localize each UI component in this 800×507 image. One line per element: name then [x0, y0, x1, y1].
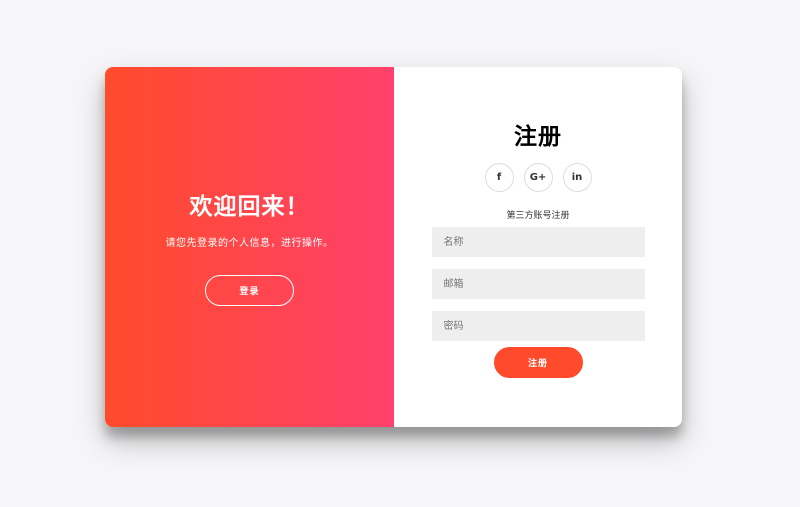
google-plus-icon[interactable]: G+: [523, 163, 553, 192]
login-button[interactable]: 登录: [205, 274, 294, 306]
email-input[interactable]: [431, 269, 645, 299]
signup-form-panel: 注册 f G+ in 第三方账号注册 注册: [394, 67, 682, 427]
social-login-row: f G+ in: [484, 163, 592, 192]
welcome-text: 请您先登录的个人信息，进行操作。: [165, 237, 334, 249]
welcome-overlay-panel: 欢迎回来！ 请您先登录的个人信息，进行操作。 登录: [105, 67, 394, 427]
signup-button[interactable]: 注册: [493, 347, 583, 378]
welcome-title: 欢迎回来！: [189, 193, 310, 220]
password-input[interactable]: [431, 311, 645, 341]
linkedin-icon[interactable]: in: [562, 163, 592, 192]
signup-title: 注册: [514, 124, 562, 150]
facebook-icon[interactable]: f: [484, 163, 514, 192]
name-input[interactable]: [431, 227, 645, 257]
page-stage: 欢迎回来！ 请您先登录的个人信息，进行操作。 登录 注册 f G+ in 第三方…: [0, 0, 800, 507]
auth-card: 欢迎回来！ 请您先登录的个人信息，进行操作。 登录 注册 f G+ in 第三方…: [105, 67, 682, 427]
social-signup-hint: 第三方账号注册: [506, 211, 570, 221]
